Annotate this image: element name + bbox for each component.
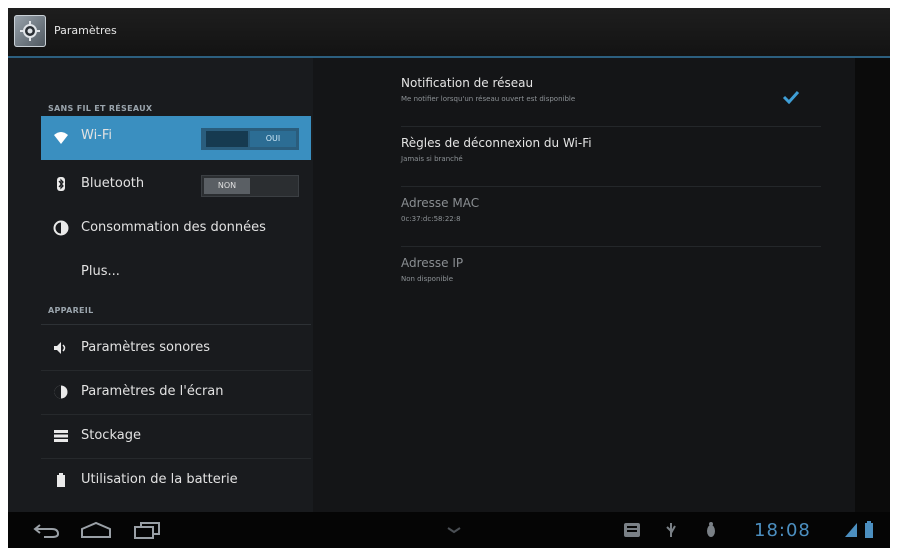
sidebar-item-wifi[interactable]: Wi-Fi OUI [41,116,311,160]
toggle-on-label: OUI [250,131,296,147]
right-edge [855,58,890,512]
sidebar-item-label: Consommation des données [81,220,266,235]
section-header-wireless: SANS FIL ET RÉSEAUX [48,104,153,113]
battery-icon [57,473,65,487]
brightness-icon [54,385,68,399]
toggle-track [206,131,248,147]
section-header-device: APPAREIL [48,306,94,315]
toggle-off-label: NON [204,178,250,194]
sidebar-item-battery[interactable]: Utilisation de la batterie [41,460,311,500]
usb-icon [666,523,676,537]
wifi-details-panel: Notification de réseau Me notifier lorsq… [313,58,855,512]
sidebar-item-label: Paramètres sonores [81,340,211,355]
signal-icon [845,523,857,537]
sidebar-item-label: Plus... [81,264,120,279]
action-bar-title: Paramètres [54,24,117,37]
tablet-screen: Paramètres SANS FIL ET RÉSEAUX Wi-Fi OUI… [8,8,890,548]
divider [401,126,821,127]
row-title: Adresse IP [401,256,464,270]
system-nav-bar: 18:08 [8,512,890,548]
network-notification-row[interactable]: Notification de réseau Me notifier lorsq… [401,76,821,103]
settings-gear-icon[interactable] [14,15,46,47]
bluetooth-toggle[interactable]: NON [201,175,299,197]
sidebar-item-label: Utilisation de la batterie [81,472,238,487]
row-summary: Jamais si branché [401,155,463,163]
home-icon[interactable] [80,521,112,539]
sidebar-item-label: Stockage [81,428,141,443]
mac-address-row: Adresse MAC 0c:37:dc:58:22:8 [401,196,821,223]
ip-address-row: Adresse IP Non disponible [401,256,821,283]
sidebar-item-label: Paramètres de l'écran [81,384,224,399]
menu-icon[interactable] [446,526,462,534]
battery-status-icon [865,521,873,538]
row-title: Adresse MAC [401,196,480,210]
row-summary: 0c:37:dc:58:22:8 [401,215,461,223]
sidebar-item-storage[interactable]: Stockage [41,416,311,456]
row-title: Règles de déconnexion du Wi-Fi [401,136,592,150]
sidebar-item-display[interactable]: Paramètres de l'écran [41,372,311,412]
storage-icon [54,430,68,442]
debug-icon [707,522,715,537]
volume-icon [54,342,66,354]
row-title: Notification de réseau [401,76,534,90]
divider [41,458,311,459]
wifi-icon [54,132,68,144]
row-summary: Me notifier lorsqu'un réseau ouvert est … [401,95,576,103]
sidebar-item-more[interactable]: Plus... [41,252,311,292]
sidebar-item-label: Bluetooth [81,176,145,191]
sidebar-item-data-usage[interactable]: Consommation des données [41,208,311,248]
divider [41,370,311,371]
sidebar-item-sound[interactable]: Paramètres sonores [41,328,311,368]
recent-apps-icon[interactable] [132,521,162,539]
wifi-sleep-policy-row[interactable]: Règles de déconnexion du Wi-Fi Jamais si… [401,136,821,163]
row-summary: Non disponible [401,275,454,283]
checkmark-icon[interactable] [782,90,800,104]
action-bar: Paramètres [8,8,890,58]
bluetooth-icon [57,177,65,191]
divider [41,414,311,415]
divider [401,246,821,247]
notification-icon[interactable] [622,521,642,539]
back-icon[interactable] [32,521,62,539]
divider [401,186,821,187]
section-divider [41,324,311,325]
data-usage-icon [53,220,69,236]
sidebar-item-label: Wi-Fi [81,128,113,143]
sidebar-item-bluetooth[interactable]: Bluetooth NON [41,164,311,204]
status-clock: 18:08 [754,520,811,541]
wifi-toggle[interactable]: OUI [201,128,299,150]
